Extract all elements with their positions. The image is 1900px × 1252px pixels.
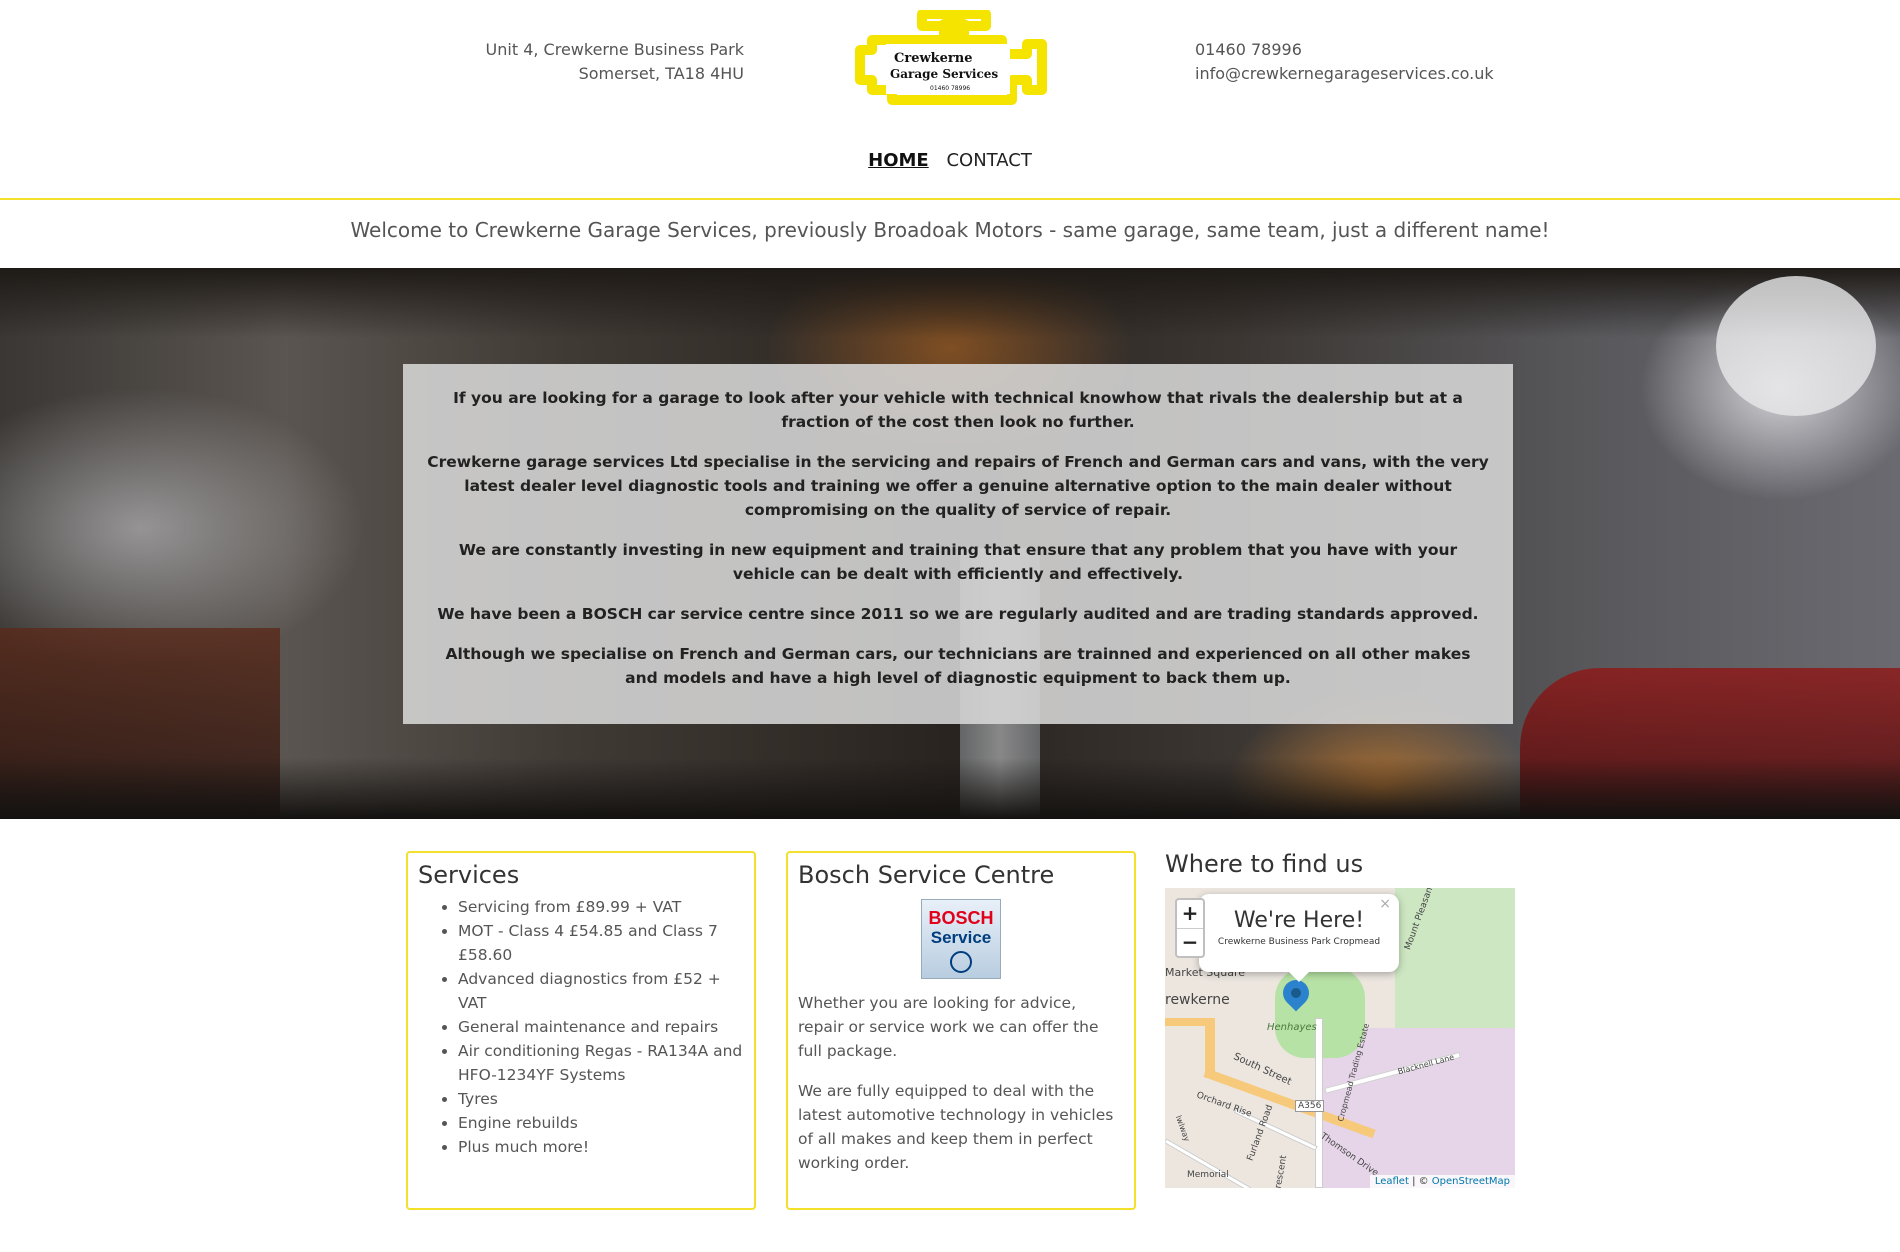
nav-contact[interactable]: CONTACT xyxy=(946,150,1031,171)
intro-paragraph-5: Although we specialise on French and Ger… xyxy=(445,645,1471,687)
list-item: Servicing from £89.99 + VAT xyxy=(458,895,744,919)
list-item: MOT - Class 4 £54.85 and Class 7 £58.60 xyxy=(458,919,744,967)
location-map[interactable]: Market Square rewkerne Henhayes South St… xyxy=(1165,888,1515,1188)
list-item: Engine rebuilds xyxy=(458,1111,744,1135)
bosch-title: Bosch Service Centre xyxy=(798,861,1055,889)
find-us-title: Where to find us xyxy=(1165,850,1364,878)
attribution-separator: | © xyxy=(1408,1176,1432,1187)
logo-text-line2: Garage Services xyxy=(890,67,998,81)
map-popup: × We're Here! Crewkerne Business Park Cr… xyxy=(1199,894,1399,982)
list-item: Air conditioning Regas - RA134A and HFO-… xyxy=(458,1039,744,1087)
bosch-armature-icon xyxy=(950,951,972,973)
intro-panel: If you are looking for a garage to look … xyxy=(403,364,1513,724)
popup-subtitle: Crewkerne Business Park Cropmead xyxy=(1217,937,1381,947)
map-label-crescent: Crescent xyxy=(1272,1154,1290,1188)
popup-title: We're Here! xyxy=(1233,908,1365,933)
zoom-out-button[interactable]: − xyxy=(1177,928,1203,956)
bosch-paragraph-1: Whether you are looking for advice, repa… xyxy=(798,994,1099,1060)
map-label-henhayes: Henhayes xyxy=(1267,1022,1317,1033)
list-item: Tyres xyxy=(458,1087,744,1111)
welcome-banner: Welcome to Crewkerne Garage Services, pr… xyxy=(350,218,1550,242)
intro-paragraph-4: We have been a BOSCH car service centre … xyxy=(437,605,1479,623)
find-us-section: Where to find us Market Square rewkerne … xyxy=(1165,850,1515,1188)
list-item: Advanced diagnostics from £52 + VAT xyxy=(458,967,744,1015)
map-attribution: Leaflet | © OpenStreetMap xyxy=(1369,1175,1515,1188)
nav-home[interactable]: HOME xyxy=(868,150,929,171)
logo-text-line1: Crewkerne xyxy=(894,51,973,66)
services-list: Servicing from £89.99 + VAT MOT - Class … xyxy=(458,895,744,1159)
osm-link[interactable]: OpenStreetMap xyxy=(1432,1176,1510,1187)
zoom-in-button[interactable]: + xyxy=(1177,900,1203,928)
address-block: Unit 4, Crewkerne Business Park Somerset… xyxy=(486,38,744,86)
bosch-paragraph-2: We are fully equipped to deal with the l… xyxy=(798,1082,1114,1172)
main-nav: HOME CONTACT xyxy=(0,150,1900,171)
engine-logo-icon: Crewkerne Garage Services 01460 78996 xyxy=(855,9,1047,105)
bosch-service-logo: BOSCH Service xyxy=(921,899,1001,979)
email-link[interactable]: info@crewkernegarageservices.co.uk xyxy=(1195,62,1494,86)
contact-block: 01460 78996 info@crewkernegarageservices… xyxy=(1195,38,1494,86)
map-label-crewkerne: rewkerne xyxy=(1165,992,1230,1008)
bosch-box: Bosch Service Centre BOSCH Service Wheth… xyxy=(786,851,1136,1210)
site-logo[interactable]: Crewkerne Garage Services 01460 78996 xyxy=(852,9,1052,114)
map-label-a356: A356 xyxy=(1295,1100,1325,1112)
bosch-logo-service: Service xyxy=(930,928,992,947)
site-header: Unit 4, Crewkerne Business Park Somerset… xyxy=(0,0,1900,200)
logo-phone: 01460 78996 xyxy=(930,85,970,92)
list-item: Plus much more! xyxy=(458,1135,744,1159)
services-box: Services Servicing from £89.99 + VAT MOT… xyxy=(406,851,756,1210)
address-line-1: Unit 4, Crewkerne Business Park xyxy=(485,40,744,59)
map-zoom-control: + − xyxy=(1175,898,1205,958)
intro-paragraph-1: If you are looking for a garage to look … xyxy=(453,389,1463,431)
map-label-memorial: Memorial xyxy=(1187,1170,1229,1180)
bosch-logo-brand: BOSCH xyxy=(928,908,994,928)
popup-close-icon[interactable]: × xyxy=(1379,896,1391,912)
valvoline-sign xyxy=(1716,276,1876,416)
services-title: Services xyxy=(418,861,520,889)
list-item: General maintenance and repairs xyxy=(458,1015,744,1039)
map-label-orchard-rise: Orchard Rise xyxy=(1195,1090,1253,1120)
intro-paragraph-2: Crewkerne garage services Ltd specialise… xyxy=(427,453,1489,519)
address-line-2: Somerset, TA18 4HU xyxy=(578,64,744,83)
map-label-lowlway: lwlway xyxy=(1173,1114,1192,1143)
phone-number[interactable]: 01460 78996 xyxy=(1195,38,1494,62)
intro-paragraph-3: We are constantly investing in new equip… xyxy=(458,541,1458,583)
leaflet-link[interactable]: Leaflet xyxy=(1375,1176,1409,1187)
